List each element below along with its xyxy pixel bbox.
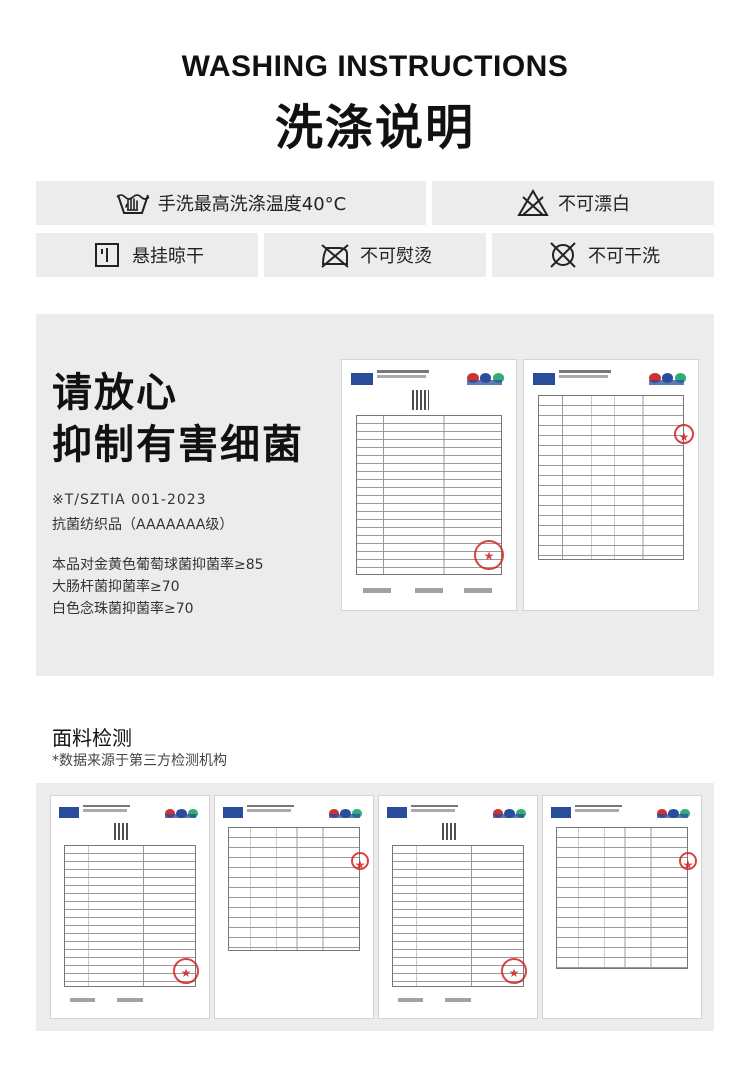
lab-logo <box>386 807 408 819</box>
red-seal-icon <box>351 852 369 872</box>
no-dry-clean-icon <box>546 240 580 270</box>
care-label: 不可干洗 <box>588 246 660 267</box>
section-title-fabric-testing: 面料检测 <box>52 726 132 750</box>
headline-inhibit-bacteria: 抑制有害细菌 <box>52 422 304 468</box>
lab-logo <box>222 807 244 819</box>
red-seal-icon <box>474 540 504 570</box>
hand-wash-icon <box>116 188 150 218</box>
antibacterial-grade: 抗菌纺织品（AAAAAAA级） <box>52 517 234 533</box>
red-seal-icon <box>501 958 527 984</box>
care-label: 手洗最高洗涤温度40°C <box>157 194 347 215</box>
care-label: 不可漂白 <box>558 194 630 215</box>
no-iron-icon <box>318 240 352 270</box>
standard-code: ※T/SZTIA 001-2023 <box>52 492 207 508</box>
title-chinese: 洗涤说明 <box>274 100 475 156</box>
lab-logo <box>550 807 572 819</box>
fabric-report-4 <box>542 795 702 1019</box>
care-no-iron: 不可熨烫 <box>264 233 486 277</box>
care-no-bleach: 不可漂白 <box>432 181 714 225</box>
qr-code <box>442 822 458 841</box>
care-label: 悬挂晾干 <box>132 246 204 267</box>
care-hang-dry: 悬挂晾干 <box>36 233 258 277</box>
test-report-page-2 <box>523 359 699 611</box>
fabric-report-1 <box>50 795 210 1019</box>
lab-logo <box>58 807 80 819</box>
headline-reassure: 请放心 <box>52 370 178 416</box>
red-seal-icon <box>173 958 199 984</box>
test-report-page-1 <box>341 359 517 611</box>
lab-logo <box>350 372 374 385</box>
hang-dry-icon <box>90 240 124 270</box>
rate-candida: 白色念珠菌抑菌率≥70 <box>52 601 194 617</box>
red-seal-icon <box>679 852 697 872</box>
title-english: WASHING INSTRUCTIONS <box>181 50 569 83</box>
qr-code <box>114 822 130 841</box>
rate-e-coli: 大肠杆菌抑菌率≥70 <box>52 579 180 595</box>
source-note: *数据来源于第三方检测机构 <box>52 753 227 769</box>
care-no-dry-clean: 不可干洗 <box>492 233 714 277</box>
lab-logo <box>532 372 556 385</box>
care-hand-wash: 手洗最高洗涤温度40°C <box>36 181 426 225</box>
qr-code <box>411 390 429 410</box>
no-bleach-icon <box>516 188 550 218</box>
rate-staphylococcus: 本品对金黄色葡萄球菌抑菌率≥85 <box>52 557 264 573</box>
care-label: 不可熨烫 <box>360 246 432 267</box>
fabric-report-3 <box>378 795 538 1019</box>
red-seal-icon <box>674 424 694 444</box>
fabric-report-2 <box>214 795 374 1019</box>
